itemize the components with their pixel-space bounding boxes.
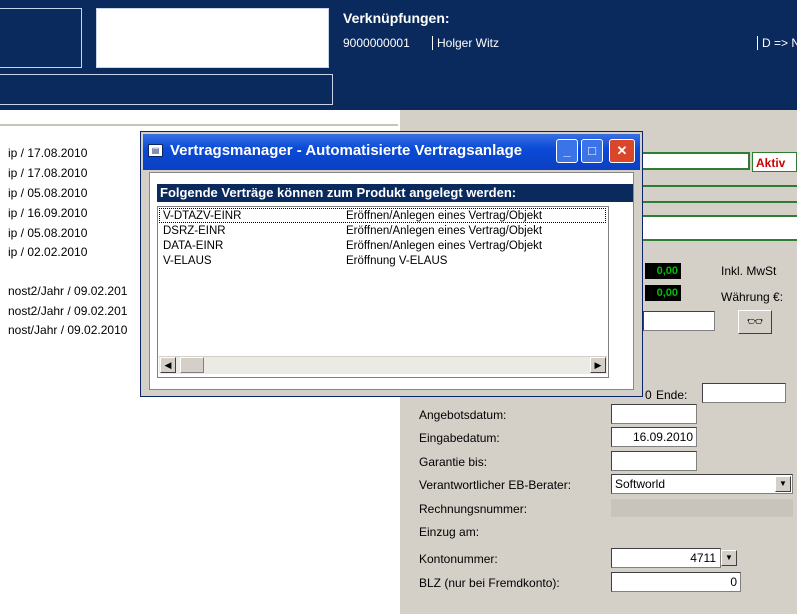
- status-badge: Aktiv: [752, 152, 797, 172]
- scroll-thumb[interactable]: [180, 357, 204, 373]
- header-box-left[interactable]: [0, 8, 82, 68]
- ende-label: Ende:: [656, 388, 688, 402]
- rechnungsnummer-field: [611, 499, 793, 517]
- link-number[interactable]: 9000000001: [343, 36, 410, 50]
- eb-berater-label: Verantwortlicher EB-Berater:: [419, 478, 572, 492]
- header-input-box[interactable]: [96, 8, 329, 68]
- dialog-title: Vertragsmanager - Automatisierte Vertrag…: [170, 142, 523, 159]
- einzug-label: Einzug am:: [419, 525, 480, 539]
- minimize-icon[interactable]: _: [556, 139, 578, 163]
- glasses-icon: 👓︎: [746, 314, 764, 329]
- list-item[interactable]: ip / 02.02.2010: [8, 245, 87, 259]
- header-field-long[interactable]: [0, 74, 333, 105]
- contract-code[interactable]: DATA-EINR: [163, 239, 223, 253]
- window-icon[interactable]: ▤: [148, 144, 163, 157]
- chevron-down-icon[interactable]: ▼: [775, 476, 791, 492]
- link-name[interactable]: Holger Witz: [432, 36, 499, 50]
- garantie-field[interactable]: [611, 451, 697, 471]
- contract-desc[interactable]: Eröffnung V-ELAUS: [346, 254, 447, 268]
- scroll-right-icon[interactable]: ▶: [590, 357, 606, 373]
- amount-field-1[interactable]: 0,00: [645, 263, 681, 279]
- link-d[interactable]: D => N: [757, 36, 797, 50]
- list-item[interactable]: ip / 16.09.2010: [8, 206, 87, 220]
- contract-code[interactable]: V-DTAZV-EINR: [163, 209, 241, 223]
- inkl-mwst-label: Inkl. MwSt: [721, 264, 777, 278]
- verknuepfungen-title: Verknüpfungen:: [343, 10, 450, 26]
- contract-desc[interactable]: Eröffnen/Anlegen eines Vertrag/Objekt: [346, 209, 542, 223]
- zero-fragment: 0: [645, 388, 652, 402]
- waehrung-label: Währung €:: [721, 290, 784, 304]
- dialog-header: Folgende Verträge können zum Produkt ang…: [157, 184, 633, 202]
- garantie-label: Garantie bis:: [419, 455, 488, 469]
- eb-berater-select[interactable]: Softworld: [611, 474, 793, 494]
- contract-desc[interactable]: Eröffnen/Anlegen eines Vertrag/Objekt: [346, 224, 542, 238]
- green-field-2[interactable]: [620, 215, 797, 241]
- contract-desc[interactable]: Eröffnen/Anlegen eines Vertrag/Objekt: [346, 239, 542, 253]
- contract-code[interactable]: DSRZ-EINR: [163, 224, 226, 238]
- eingabedatum-field[interactable]: 16.09.2010: [611, 427, 697, 447]
- list-item[interactable]: ip / 17.08.2010: [8, 166, 87, 180]
- currency-field[interactable]: [643, 311, 715, 331]
- list-item[interactable]: ip / 05.08.2010: [8, 226, 87, 240]
- list-item[interactable]: nost2/Jahr / 09.02.201: [8, 284, 127, 298]
- kontonummer-field[interactable]: 4711: [611, 548, 721, 568]
- view-button[interactable]: 👓︎: [738, 310, 772, 334]
- maximize-icon[interactable]: □: [581, 139, 603, 163]
- chevron-down-icon[interactable]: ▼: [721, 550, 737, 566]
- separator-line: [0, 124, 398, 126]
- list-item[interactable]: nost2/Jahr / 09.02.201: [8, 304, 127, 318]
- close-icon[interactable]: ✕: [609, 139, 635, 163]
- scroll-left-icon[interactable]: ◀: [160, 357, 176, 373]
- list-item[interactable]: nost/Jahr / 09.02.2010: [8, 323, 127, 337]
- list-item[interactable]: ip / 05.08.2010: [8, 186, 87, 200]
- horizontal-scrollbar[interactable]: [159, 356, 607, 374]
- eingabedatum-label: Eingabedatum:: [419, 431, 500, 445]
- rechnungsnummer-label: Rechnungsnummer:: [419, 502, 528, 516]
- green-field-1[interactable]: [620, 185, 797, 203]
- blz-label: BLZ (nur bei Fremdkonto):: [419, 576, 560, 590]
- contract-code[interactable]: V-ELAUS: [163, 254, 212, 268]
- angebotsdatum-label: Angebotsdatum:: [419, 408, 507, 422]
- angebotsdatum-field[interactable]: [611, 404, 697, 424]
- list-item[interactable]: ip / 17.08.2010: [8, 146, 87, 160]
- blz-field[interactable]: 0: [611, 572, 741, 592]
- amount-field-2[interactable]: 0,00: [645, 285, 681, 301]
- ende-field[interactable]: [702, 383, 786, 403]
- kontonummer-label: Kontonummer:: [419, 552, 498, 566]
